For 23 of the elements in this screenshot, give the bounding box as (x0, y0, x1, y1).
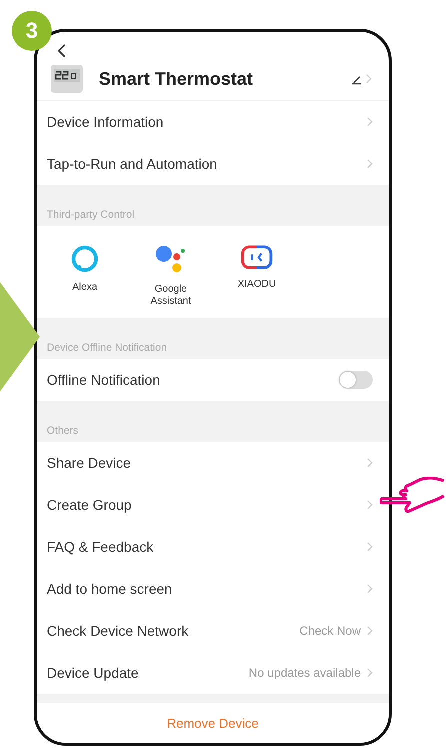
chevron-icon (367, 668, 373, 678)
section-header: Others (47, 425, 79, 437)
edit-icon[interactable] (351, 73, 373, 85)
chevron-icon (367, 542, 373, 552)
toggle-switch[interactable] (339, 371, 373, 389)
section-header: Third-party Control (47, 209, 135, 221)
device-name: Smart Thermostat (99, 68, 254, 90)
chevron-icon (367, 458, 373, 468)
service-label: Alexa (72, 282, 98, 294)
face-icon[interactable] (240, 244, 274, 271)
thermostat-image (51, 65, 83, 93)
pointer-arrow-icon (0, 282, 40, 392)
service-label: Google Assistant (150, 284, 192, 308)
chevron-icon (367, 500, 373, 510)
section-header: Device Offline Notification (47, 342, 168, 354)
back-icon[interactable] (57, 44, 67, 58)
chevron-icon (367, 117, 373, 127)
service-label: XIAODU (238, 279, 276, 291)
chevron-icon (367, 584, 373, 594)
chevron-icon (367, 626, 373, 636)
chevron-icon (367, 159, 373, 169)
offline-notification-label: Offline Notification (47, 372, 160, 388)
step-badge: 3 (12, 11, 52, 51)
